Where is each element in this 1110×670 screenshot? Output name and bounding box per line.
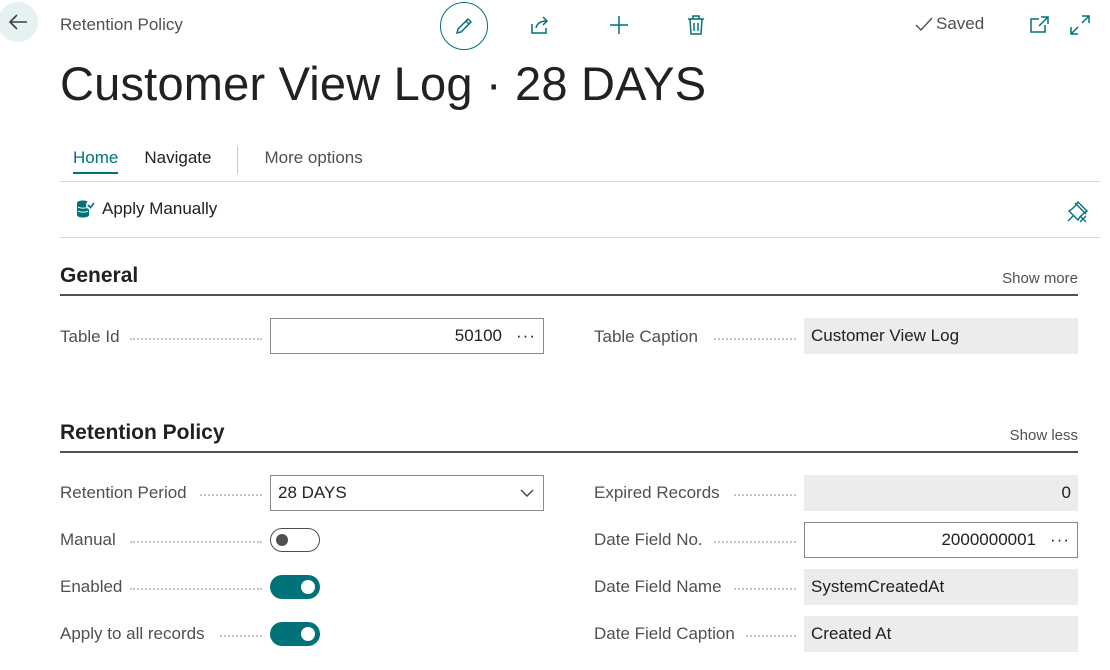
field-leader-dots bbox=[746, 635, 796, 637]
expired-records-field[interactable]: 0 bbox=[804, 475, 1078, 511]
chevron-down-icon bbox=[520, 489, 534, 497]
apply-to-all-records-toggle[interactable] bbox=[270, 622, 320, 646]
field-leader-dots bbox=[130, 541, 262, 543]
enabled-toggle[interactable] bbox=[270, 575, 320, 599]
date-field-no-label: Date Field No. bbox=[594, 530, 703, 549]
table-caption-label: Table Caption bbox=[594, 327, 698, 346]
retention-period-select[interactable]: 28 DAYS bbox=[270, 475, 544, 511]
show-less-link[interactable]: Show less bbox=[1010, 427, 1078, 444]
table-id-field[interactable]: 50100 ··· bbox=[270, 318, 544, 354]
plus-icon bbox=[610, 16, 628, 34]
date-field-caption-label: Date Field Caption bbox=[594, 624, 735, 643]
breadcrumb: Retention Policy bbox=[60, 15, 183, 34]
share-icon bbox=[531, 16, 549, 34]
retention-section-title[interactable]: Retention Policy bbox=[60, 421, 225, 445]
apply-manually-label: Apply Manually bbox=[102, 199, 218, 218]
date-field-no-lookup-button[interactable]: ··· bbox=[1050, 530, 1070, 550]
expand-icon bbox=[1070, 15, 1090, 35]
tab-navigate[interactable]: Navigate bbox=[131, 146, 224, 174]
saved-status: Saved bbox=[914, 14, 984, 34]
back-button[interactable] bbox=[0, 2, 38, 42]
toggle-knob bbox=[301, 580, 315, 594]
table-caption-value: Customer View Log bbox=[811, 326, 960, 345]
general-section-rule bbox=[60, 294, 1078, 296]
manual-label: Manual bbox=[60, 530, 116, 549]
pin-icon bbox=[1067, 200, 1089, 223]
date-field-name-value: SystemCreatedAt bbox=[811, 577, 945, 596]
open-new-window-button[interactable] bbox=[1016, 2, 1062, 48]
field-leader-dots bbox=[130, 588, 262, 590]
tab-divider bbox=[237, 146, 239, 174]
table-id-label: Table Id bbox=[60, 327, 120, 346]
date-field-name-field: SystemCreatedAt bbox=[804, 569, 1078, 605]
table-id-lookup-button[interactable]: ··· bbox=[516, 326, 536, 346]
actionbar-divider-line bbox=[60, 237, 1100, 238]
retention-section-rule bbox=[60, 451, 1078, 453]
share-button[interactable] bbox=[516, 2, 564, 48]
pencil-icon bbox=[455, 17, 473, 35]
date-field-caption-value: Created At bbox=[811, 624, 892, 643]
tab-more-options[interactable]: More options bbox=[251, 146, 375, 174]
expired-records-value: 0 bbox=[1061, 483, 1071, 502]
field-leader-dots bbox=[200, 494, 262, 496]
apply-to-all-records-label: Apply to all records bbox=[60, 624, 205, 643]
page-title: Customer View Log · 28 DAYS bbox=[60, 57, 707, 110]
retention-period-label: Retention Period bbox=[60, 483, 187, 502]
tab-home[interactable]: Home bbox=[60, 146, 131, 174]
apply-manually-button[interactable]: Apply Manually bbox=[74, 197, 217, 221]
expand-button[interactable] bbox=[1058, 2, 1102, 48]
tabs-divider-line bbox=[60, 181, 1100, 182]
date-field-no-field[interactable]: 2000000001 ··· bbox=[804, 522, 1078, 558]
field-leader-dots bbox=[714, 338, 796, 340]
delete-button[interactable] bbox=[672, 2, 720, 48]
open-new-window-icon bbox=[1030, 16, 1049, 33]
date-field-no-value: 2000000001 bbox=[941, 530, 1037, 549]
field-leader-dots bbox=[734, 494, 796, 496]
general-section-header: General Show more bbox=[60, 264, 1078, 294]
pin-button[interactable] bbox=[1066, 199, 1090, 228]
retention-section-header: Retention Policy Show less bbox=[60, 421, 1078, 451]
field-leader-dots bbox=[714, 541, 796, 543]
checkmark-icon bbox=[915, 17, 933, 32]
toggle-knob bbox=[301, 627, 315, 641]
retention-period-value: 28 DAYS bbox=[278, 483, 347, 502]
field-leader-dots bbox=[130, 338, 262, 340]
date-field-caption-field: Created At bbox=[804, 616, 1078, 652]
new-button[interactable] bbox=[595, 2, 643, 48]
saved-label: Saved bbox=[936, 14, 985, 33]
edit-button[interactable] bbox=[440, 2, 488, 50]
action-tabs: Home Navigate More options bbox=[60, 146, 376, 180]
field-leader-dots bbox=[734, 588, 796, 590]
trash-icon bbox=[688, 15, 704, 35]
manual-toggle[interactable] bbox=[270, 528, 320, 552]
general-section-title[interactable]: General bbox=[60, 264, 138, 288]
show-more-link[interactable]: Show more bbox=[1002, 270, 1078, 287]
date-field-name-label: Date Field Name bbox=[594, 577, 722, 596]
enabled-label: Enabled bbox=[60, 577, 123, 596]
table-id-value: 50100 bbox=[454, 326, 503, 345]
field-leader-dots bbox=[220, 635, 262, 637]
toggle-knob bbox=[276, 534, 288, 546]
back-arrow-icon bbox=[8, 14, 27, 30]
table-caption-field: Customer View Log bbox=[804, 318, 1078, 354]
expired-records-label: Expired Records bbox=[594, 483, 720, 502]
apply-manually-icon bbox=[77, 200, 96, 218]
